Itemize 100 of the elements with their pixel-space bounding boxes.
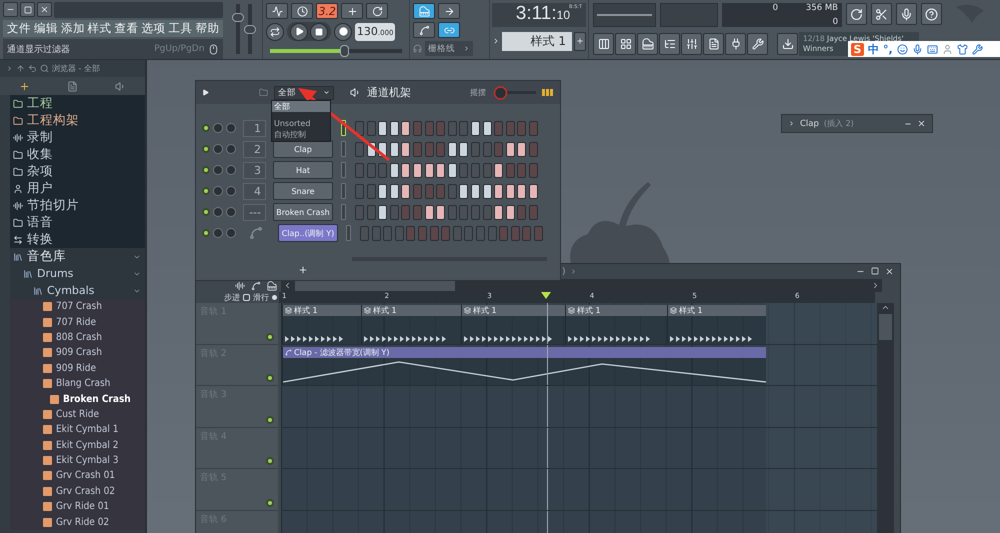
volume-knob[interactable]: [226, 228, 236, 238]
scroll-left-icon[interactable]: [283, 281, 292, 290]
mixer-track-field[interactable]: 1: [243, 120, 266, 136]
step-button[interactable]: [378, 204, 388, 220]
pattern-clip[interactable]: 样式 1: [362, 305, 461, 316]
step-button[interactable]: [401, 142, 410, 156]
step-button[interactable]: [459, 142, 468, 156]
channel-button[interactable]: Snare: [273, 182, 333, 200]
browser-button[interactable]: [659, 32, 680, 54]
close-button[interactable]: [37, 2, 52, 17]
step-button[interactable]: [459, 184, 468, 198]
keyboard-icon[interactable]: [926, 44, 938, 54]
scroll-up-icon[interactable]: [881, 303, 890, 312]
search-icon[interactable]: [40, 64, 49, 73]
scroll-right-icon[interactable]: [871, 281, 880, 290]
file-icon[interactable]: [66, 80, 78, 92]
step-sequencer-button[interactable]: [615, 32, 636, 54]
mixer-track-field[interactable]: 3: [243, 162, 266, 178]
play-button[interactable]: [290, 22, 308, 40]
maximize-button[interactable]: [20, 2, 35, 17]
piano-icon[interactable]: [267, 280, 277, 290]
shirt-icon[interactable]: [956, 44, 968, 54]
download-button[interactable]: [777, 32, 798, 54]
step-button[interactable]: [470, 184, 480, 198]
menu-item[interactable]: 全部: [272, 101, 330, 112]
menu-item[interactable]: 样式: [88, 21, 112, 36]
menu-item[interactable]: 查看: [114, 21, 139, 36]
menu-item[interactable]: 编辑: [34, 21, 58, 36]
step-button[interactable]: [517, 184, 526, 198]
swing-slider[interactable]: [492, 86, 536, 100]
pattern-clip[interactable]: 样式 1: [462, 305, 565, 316]
settings-icon[interactable]: [972, 44, 983, 54]
volume-knob[interactable]: [226, 144, 236, 154]
step-button[interactable]: [448, 162, 457, 178]
snap-dropdown[interactable]: 栅格线: [425, 41, 474, 56]
track-mute-led[interactable]: [266, 416, 274, 424]
mixer-track-field[interactable]: 4: [243, 182, 266, 200]
menu-item[interactable]: Unsorted: [272, 118, 330, 129]
step-button[interactable]: [482, 184, 492, 198]
scale-button[interactable]: [413, 22, 436, 38]
piano-roll-button[interactable]: [637, 32, 658, 54]
step-button[interactable]: [448, 142, 457, 156]
step-button[interactable]: [424, 204, 434, 220]
step-button[interactable]: [517, 142, 526, 156]
step-button[interactable]: [494, 184, 504, 198]
tools-button[interactable]: [747, 32, 768, 54]
undo-button[interactable]: [846, 3, 867, 25]
help-button[interactable]: [921, 3, 942, 25]
step-button[interactable]: [401, 120, 410, 136]
step-checkbox[interactable]: [243, 294, 250, 301]
volume-knob[interactable]: [226, 123, 236, 133]
metronome-button[interactable]: [266, 3, 288, 19]
pan-knob[interactable]: [213, 228, 223, 238]
wait-button[interactable]: [291, 3, 314, 19]
menu-item[interactable]: 添加: [60, 21, 85, 36]
step-button[interactable]: [390, 184, 399, 198]
cut-button[interactable]: [871, 3, 892, 25]
pattern-clip[interactable]: 样式 1: [283, 305, 361, 316]
channel-button[interactable]: Hat: [273, 161, 333, 179]
plugin-button[interactable]: [725, 32, 746, 54]
menu-item[interactable]: 选项: [142, 21, 166, 36]
step-button[interactable]: [401, 162, 410, 178]
step-button[interactable]: [470, 120, 480, 136]
track-lane[interactable]: Clap - 滤波器带宽(调制 Y): [281, 344, 877, 386]
microphone-icon[interactable]: [912, 44, 923, 54]
menu-item[interactable]: 自动控制: [272, 129, 330, 140]
pattern-clip[interactable]: 样式 1: [668, 305, 766, 316]
expand-icon[interactable]: [202, 89, 209, 96]
track-mute-led[interactable]: [266, 498, 274, 506]
step-button[interactable]: [424, 162, 434, 178]
step-button[interactable]: [378, 184, 388, 198]
track-mute-led[interactable]: [266, 332, 274, 340]
record-button[interactable]: [334, 22, 352, 40]
track-lane[interactable]: [281, 469, 877, 510]
pan-knob[interactable]: [213, 165, 223, 175]
scroll-thumb[interactable]: [879, 314, 892, 340]
all-tab-icon[interactable]: [18, 80, 30, 92]
step-button[interactable]: [390, 120, 399, 136]
minimize-button[interactable]: [3, 2, 18, 17]
pan-knob[interactable]: [213, 207, 223, 217]
emoji-icon[interactable]: [896, 44, 908, 54]
step-button[interactable]: [390, 142, 399, 156]
waveform-icon[interactable]: [235, 280, 245, 290]
maximize-icon[interactable]: [871, 267, 879, 275]
add-pattern-button[interactable]: [574, 32, 586, 50]
step-button[interactable]: [438, 3, 460, 19]
track-mute-led[interactable]: [266, 374, 274, 382]
step-button[interactable]: [494, 162, 504, 178]
mixer-track-field[interactable]: ---: [243, 204, 266, 220]
step-edit-button[interactable]: [341, 3, 364, 19]
track-mute-led[interactable]: [266, 457, 274, 465]
step-button[interactable]: [482, 120, 492, 136]
track-lane[interactable]: [281, 386, 877, 428]
step-button[interactable]: [494, 204, 504, 220]
pan-knob[interactable]: [213, 186, 223, 196]
stop-button[interactable]: [310, 22, 328, 40]
close-icon[interactable]: [885, 267, 894, 276]
step-button[interactable]: [390, 162, 399, 178]
loop-record-button[interactable]: [366, 3, 388, 19]
loop-button[interactable]: [266, 22, 284, 40]
